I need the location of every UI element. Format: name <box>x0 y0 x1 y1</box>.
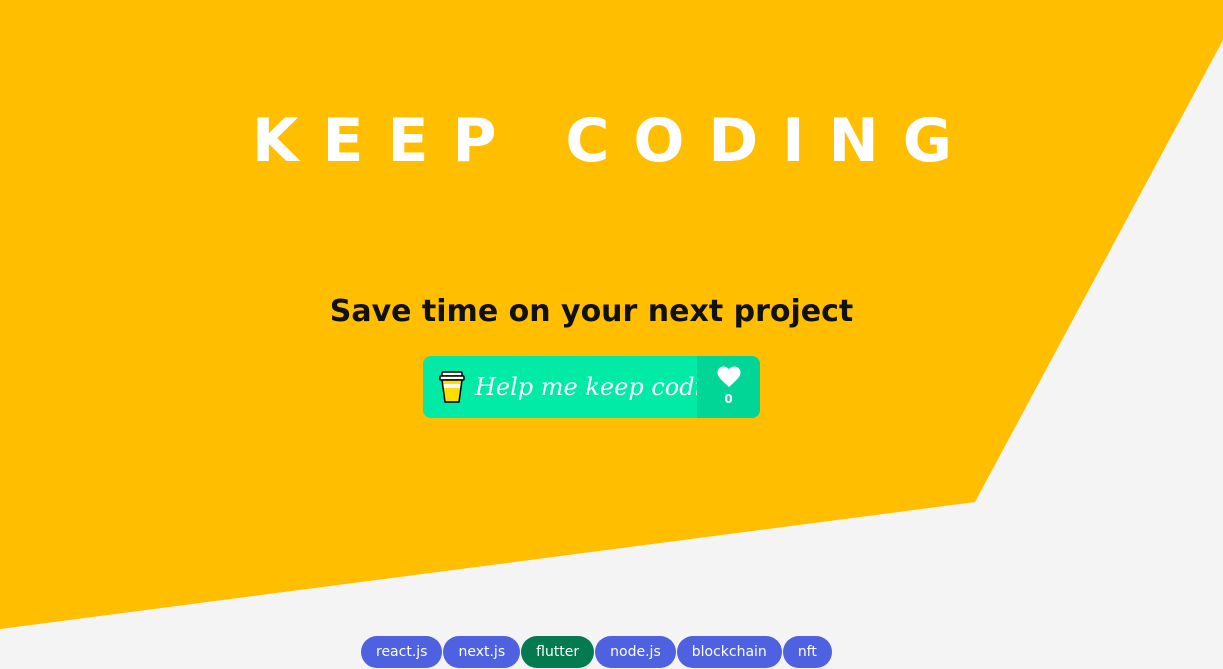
tag-node[interactable]: node.js <box>595 636 676 668</box>
heart-icon <box>717 366 741 388</box>
coffee-cup-icon <box>439 370 465 404</box>
hero-background <box>0 0 1223 629</box>
like-count: 0 <box>724 392 733 406</box>
support-button[interactable]: Help me keep coding 0 <box>423 356 760 418</box>
tag-nft[interactable]: nft <box>782 636 832 668</box>
tag-react[interactable]: react.js <box>361 636 443 668</box>
like-button[interactable]: 0 <box>697 356 760 418</box>
support-button-label: Help me keep coding <box>475 373 734 401</box>
tag-flutter[interactable]: flutter <box>521 636 595 668</box>
tag-next[interactable]: next.js <box>443 636 521 668</box>
page-subheadline: Save time on your next project <box>329 294 854 329</box>
support-button-main[interactable]: Help me keep coding <box>423 356 733 418</box>
page-headline: KEEP CODING <box>252 106 976 176</box>
tag-list: react.js next.js flutter node.js blockch… <box>361 636 833 668</box>
tag-blockchain[interactable]: blockchain <box>676 636 782 668</box>
